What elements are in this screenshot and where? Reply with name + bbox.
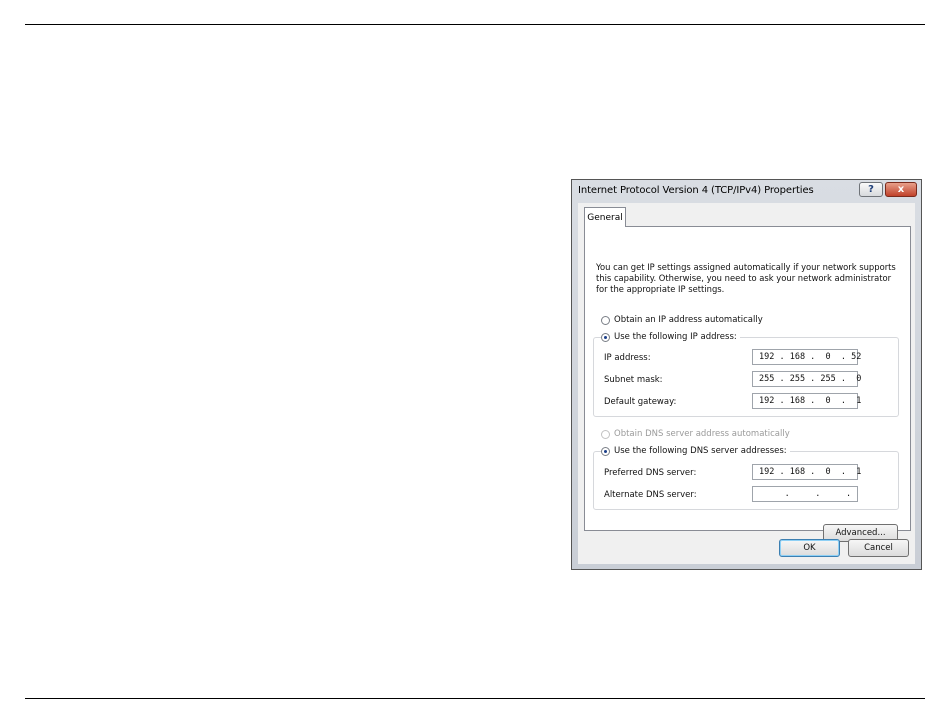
preferred-dns-input[interactable]: 192 . 168 . 0 . 1 xyxy=(752,464,862,480)
obtain-dns-auto-label: Obtain DNS server address automatically xyxy=(614,429,790,439)
ok-button[interactable]: OK xyxy=(779,539,840,557)
use-following-ip-radio[interactable] xyxy=(601,332,610,342)
alternate-dns-label: Alternate DNS server: xyxy=(604,490,697,500)
obtain-ip-auto-radio[interactable] xyxy=(601,315,610,325)
dialog-title: Internet Protocol Version 4 (TCP/IPv4) P… xyxy=(578,185,814,196)
description-text: You can get IP settings assigned automat… xyxy=(596,262,896,294)
cancel-button[interactable]: Cancel xyxy=(848,539,909,557)
obtain-dns-auto-radio[interactable] xyxy=(601,429,610,439)
obtain-ip-auto-label: Obtain an IP address automatically xyxy=(614,315,763,325)
tcpip-properties-dialog: Internet Protocol Version 4 (TCP/IPv4) P… xyxy=(571,179,922,570)
preferred-dns-value: 192 . 168 . 0 . 1 xyxy=(759,467,862,477)
top-rule xyxy=(25,24,925,25)
ip-address-input[interactable]: 192 . 168 . 0 . 52 xyxy=(752,349,861,365)
general-tab-panel: You can get IP settings assigned automat… xyxy=(584,226,911,542)
default-gateway-label: Default gateway: xyxy=(604,397,677,407)
use-following-ip-option[interactable]: Use the following IP address: xyxy=(601,332,740,342)
close-button[interactable]: x xyxy=(885,182,917,197)
obtain-ip-auto-option[interactable]: Obtain an IP address automatically xyxy=(601,315,763,325)
use-following-dns-label: Use the following DNS server addresses: xyxy=(614,446,787,456)
use-following-ip-label: Use the following IP address: xyxy=(614,332,737,342)
preferred-dns-label: Preferred DNS server: xyxy=(604,468,697,478)
help-button[interactable]: ? xyxy=(859,182,883,197)
subnet-mask-label: Subnet mask: xyxy=(604,375,663,385)
dialog-client-area: General You can get IP settings assigned… xyxy=(578,203,915,564)
subnet-mask-input[interactable]: 255 . 255 . 255 . 0 xyxy=(752,371,861,387)
title-bar[interactable]: Internet Protocol Version 4 (TCP/IPv4) P… xyxy=(572,180,921,202)
bottom-rule xyxy=(25,698,925,699)
obtain-dns-auto-option[interactable]: Obtain DNS server address automatically xyxy=(601,429,790,439)
tab-general[interactable]: General xyxy=(584,207,626,227)
default-gateway-input[interactable]: 192 . 168 . 0 . 1 xyxy=(752,393,861,409)
use-following-dns-radio[interactable] xyxy=(601,446,610,456)
alternate-dns-input[interactable]: . . . xyxy=(752,486,858,502)
ip-address-label: IP address: xyxy=(604,353,651,363)
use-following-dns-option[interactable]: Use the following DNS server addresses: xyxy=(601,446,790,456)
